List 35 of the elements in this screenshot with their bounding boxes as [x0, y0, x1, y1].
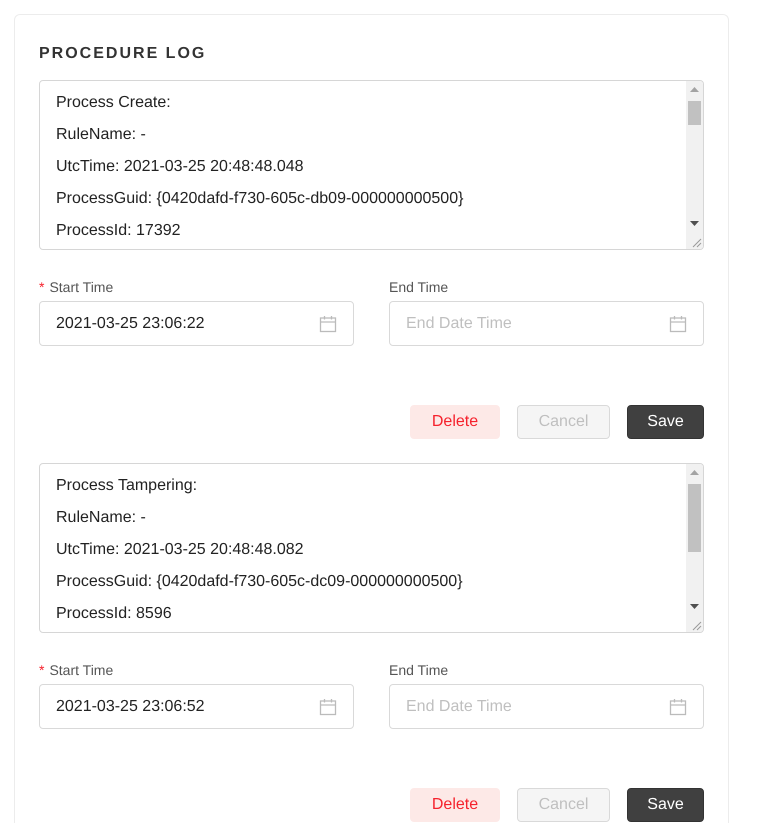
required-mark: * [39, 279, 44, 295]
log-line: Process Tampering: [56, 476, 198, 496]
log-line: RuleName: - [56, 125, 147, 145]
calendar-icon [319, 314, 337, 332]
required-mark: * [39, 662, 44, 678]
log-text-area[interactable]: Process Create: RuleName: - UtcTime: 2021-03-25 20:48:48.048 ProcessGuid: {0420dafd-f730-605c-db09-000000000500} ProcessId: 17392 [39, 80, 704, 250]
scrollbar[interactable] [686, 81, 703, 249]
scrollbar-thumb[interactable] [688, 101, 701, 125]
placeholder: End Date Time [406, 314, 512, 332]
save-button[interactable]: Save [627, 788, 704, 822]
date-time-field[interactable]: 2021-03-25 23:06:22 [39, 301, 354, 346]
calendar-icon [669, 314, 687, 332]
scrollbar[interactable] [686, 464, 703, 632]
field-label: End Time [389, 662, 448, 678]
log-line: ProcessGuid: {0420dafd-f730-605c-db09-000000000500} [56, 189, 464, 209]
log-line: RuleName: - [56, 508, 147, 528]
log-line: ProcessId: 8596 [56, 604, 173, 624]
field-value: 2021-03-25 23:06:22 [56, 314, 205, 332]
save-button[interactable]: Save [627, 405, 704, 439]
field-label: Start Time [49, 662, 114, 678]
field-value: 2021-03-25 23:06:52 [56, 698, 205, 716]
log-line: ProcessGuid: {0420dafd-f730-605c-dc09-000000000500} [56, 572, 464, 592]
calendar-icon [319, 698, 337, 716]
field-label: End Time [389, 279, 448, 295]
log-line: Process Create: [56, 93, 172, 113]
log-text-area[interactable]: Process Tampering: RuleName: - UtcTime: 2021-03-25 20:48:48.082 ProcessGuid: {0420dafd-f730-605c-dc09-000000000500} ProcessId: 8596 [39, 463, 704, 633]
field-label: Start Time [49, 279, 114, 295]
section-title: PROCEDURE LOG [39, 45, 208, 63]
calendar-icon [669, 698, 687, 716]
log-line: UtcTime: 2021-03-25 20:48:48.082 [56, 540, 305, 560]
scrollbar-thumb[interactable] [688, 484, 701, 552]
log-line: UtcTime: 2021-03-25 20:48:48.048 [56, 157, 305, 177]
log-line: ProcessId: 17392 [56, 221, 182, 241]
placeholder: End Date Time [406, 698, 512, 716]
date-time-field[interactable]: 2021-03-25 23:06:52 [39, 684, 354, 729]
